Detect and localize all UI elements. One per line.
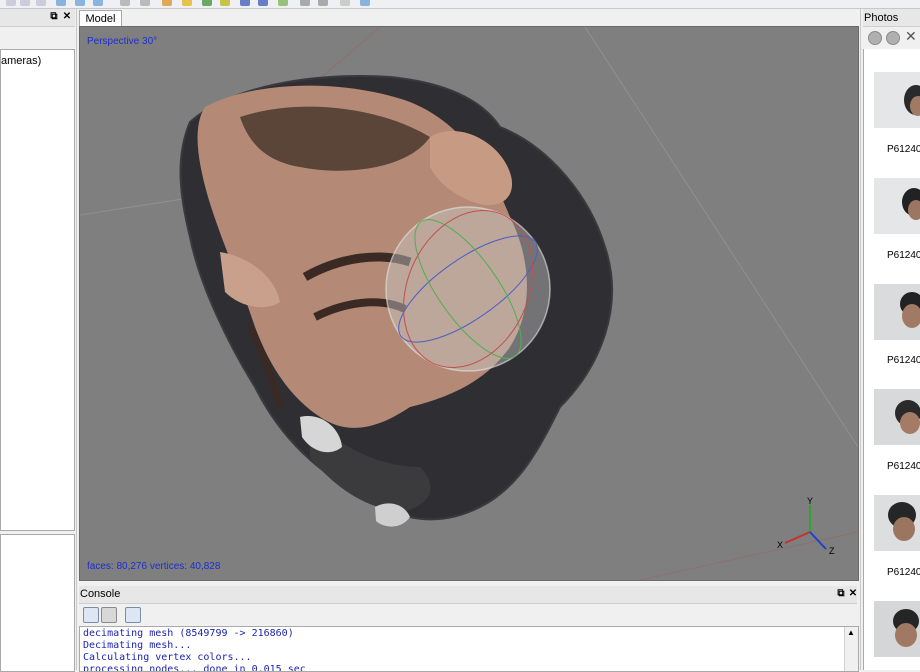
- model-canvas[interactable]: Y X Z: [80, 27, 858, 580]
- console-output[interactable]: decimating mesh (8549799 -> 216860) Deci…: [79, 626, 859, 672]
- photo-image: [874, 284, 920, 340]
- toolbar-move-icon[interactable]: [140, 0, 150, 6]
- photo-thumbnail[interactable]: [874, 495, 920, 551]
- photo-image: [874, 601, 920, 657]
- left-splitter[interactable]: [76, 9, 77, 670]
- toolbar-solid-icon[interactable]: [240, 0, 250, 6]
- toolbar-view-icon[interactable]: [56, 0, 66, 6]
- model-stats: faces: 80,276 vertices: 40,828: [87, 561, 221, 572]
- tree-item-cameras[interactable]: ameras): [1, 55, 41, 67]
- console-scrollbar[interactable]: ▲: [844, 627, 858, 671]
- console-title: Console: [80, 588, 121, 600]
- photo-label: P612404: [887, 250, 920, 261]
- workspace-tree[interactable]: ameras): [0, 49, 75, 531]
- workspace-panel: ⧉ ✕ ameras): [0, 9, 75, 672]
- workspace-title-bar: ⧉ ✕: [0, 9, 75, 27]
- tab-model[interactable]: Model: [79, 10, 122, 27]
- photos-list[interactable]: P612404 P612404 P612404 P612404 P612404: [863, 49, 920, 670]
- console-line: processing nodes... done in 0.015 sec: [83, 664, 306, 672]
- photo-label: P612404: [887, 144, 920, 155]
- console-line: Calculating vertex colors...: [83, 652, 252, 663]
- axis-gizmo: Y X Z: [777, 496, 835, 556]
- photo-image: [874, 389, 920, 445]
- toolbar-region-icon[interactable]: [318, 0, 328, 6]
- remove-photo-icon[interactable]: ✕: [905, 28, 917, 45]
- model-viewport[interactable]: Y X Z Perspective 30° faces: 80,276 vert…: [79, 26, 859, 581]
- save-log-icon[interactable]: [83, 607, 99, 623]
- axis-z-line: [809, 531, 827, 550]
- toolbar-mesh-icon[interactable]: [220, 0, 230, 6]
- toolbar-select-icon[interactable]: [6, 0, 16, 6]
- clear-log-icon[interactable]: [101, 607, 117, 623]
- right-splitter[interactable]: [860, 9, 861, 670]
- toolbar-rotate-icon[interactable]: [20, 0, 30, 6]
- photo-thumbnail[interactable]: [874, 389, 920, 445]
- reference-pane: [0, 534, 75, 672]
- workspace-float-icon[interactable]: ⧉: [48, 11, 60, 23]
- grid-line: [639, 531, 858, 580]
- photo-image: [874, 178, 920, 234]
- photo-thumbnail[interactable]: [874, 601, 920, 657]
- axis-z-label: Z: [829, 546, 835, 556]
- run-script-icon[interactable]: [125, 607, 141, 623]
- photo-image: [874, 72, 920, 128]
- axis-x-line: [784, 531, 811, 544]
- console-line: Decimating mesh...: [83, 640, 192, 651]
- toolbar-camera-icon[interactable]: [300, 0, 310, 6]
- console-line: decimating mesh (8549799 -> 216860): [83, 628, 294, 639]
- axis-y-label: Y: [807, 496, 813, 506]
- photo-label: P612404: [887, 461, 920, 472]
- toolbar-chart-icon[interactable]: [162, 0, 172, 6]
- toolbar-axis-icon[interactable]: [360, 0, 370, 6]
- navigation-sphere[interactable]: [385, 206, 551, 372]
- photo-image: [874, 495, 920, 551]
- scroll-up-icon[interactable]: ▲: [847, 628, 855, 637]
- console-close-icon[interactable]: ✕: [847, 588, 859, 600]
- toolbar-view2-icon[interactable]: [75, 0, 85, 6]
- console-float-icon[interactable]: ⧉: [835, 588, 847, 600]
- projection-label: Perspective 30°: [87, 36, 158, 47]
- console-title-bar: Console ⧉ ✕: [79, 586, 857, 604]
- toolbar-textured-icon[interactable]: [258, 0, 268, 6]
- toolbar-view3-icon[interactable]: [93, 0, 103, 6]
- disable-photo-icon[interactable]: [886, 31, 900, 45]
- toolbar-palette-icon[interactable]: [182, 0, 192, 6]
- photo-thumbnail[interactable]: [874, 178, 920, 234]
- photo-thumbnail[interactable]: [874, 284, 920, 340]
- photos-title: Photos: [864, 12, 899, 24]
- toolbar-crop-icon[interactable]: [120, 0, 130, 6]
- toolbar-points-icon[interactable]: [202, 0, 212, 6]
- workspace-close-icon[interactable]: ✕: [61, 11, 73, 23]
- photos-title-bar: Photos: [863, 9, 920, 27]
- enable-photo-icon[interactable]: [868, 31, 882, 45]
- main-toolbar: [0, 0, 920, 9]
- toolbar-texture-icon[interactable]: [278, 0, 288, 6]
- grid-line: [584, 27, 858, 448]
- axis-x-label: X: [777, 540, 783, 550]
- toolbar-reset-icon[interactable]: [340, 0, 350, 6]
- console-toolbar: [79, 604, 857, 626]
- photo-thumbnail[interactable]: [874, 72, 920, 128]
- photo-label: P612404: [887, 567, 920, 578]
- photo-label: P612404: [887, 355, 920, 366]
- photos-toolbar: ✕: [863, 27, 920, 49]
- toolbar-lasso-icon[interactable]: [36, 0, 46, 6]
